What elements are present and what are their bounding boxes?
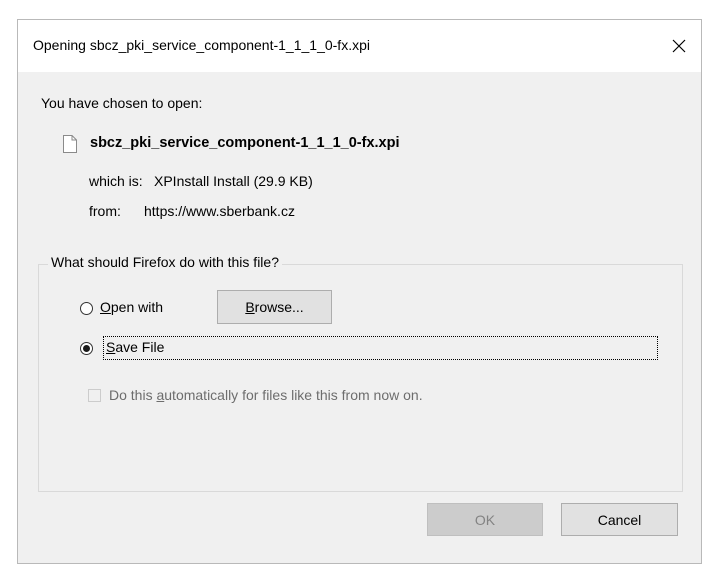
auto-label-before: Do this	[109, 387, 157, 403]
ok-button[interactable]: OK	[427, 503, 543, 536]
download-dialog: Opening sbcz_pki_service_component-1_1_1…	[17, 19, 702, 564]
open-with-label[interactable]: Open with	[100, 299, 163, 315]
open-with-label-text: pen with	[110, 299, 164, 315]
radio-selected-dot	[83, 345, 90, 352]
file-source-value: https://www.sberbank.cz	[144, 203, 295, 219]
save-file-label-text: ave File	[115, 339, 165, 355]
title-bar: Opening sbcz_pki_service_component-1_1_1…	[18, 20, 701, 72]
file-type-label: which is:	[89, 173, 143, 189]
auto-checkbox-label[interactable]: Do this automatically for files like thi…	[109, 387, 423, 403]
file-source-label: from:	[89, 203, 121, 219]
close-icon	[672, 39, 686, 53]
auto-checkbox[interactable]	[88, 389, 101, 402]
cancel-button[interactable]: Cancel	[561, 503, 678, 536]
browse-button[interactable]: Browse...	[217, 290, 332, 324]
focus-indicator	[103, 336, 658, 360]
document-icon	[63, 135, 77, 153]
open-with-radio[interactable]	[80, 302, 93, 315]
browse-mnemonic: B	[245, 299, 255, 315]
file-name: sbcz_pki_service_component-1_1_1_0-fx.xp…	[90, 135, 400, 151]
intro-text: You have chosen to open:	[41, 95, 203, 111]
save-file-radio[interactable]	[80, 342, 93, 355]
auto-label-after: utomatically for files like this from no…	[164, 387, 423, 403]
open-with-mnemonic: O	[100, 299, 111, 315]
dialog-title: Opening sbcz_pki_service_component-1_1_1…	[33, 37, 370, 53]
save-file-mnemonic: S	[106, 339, 116, 355]
action-group-legend: What should Firefox do with this file?	[48, 254, 282, 270]
browse-label: rowse...	[254, 299, 304, 315]
file-type-value: XPInstall Install (29.9 KB)	[154, 173, 313, 189]
close-button[interactable]	[657, 20, 701, 72]
save-file-label[interactable]: Save File	[106, 339, 164, 355]
